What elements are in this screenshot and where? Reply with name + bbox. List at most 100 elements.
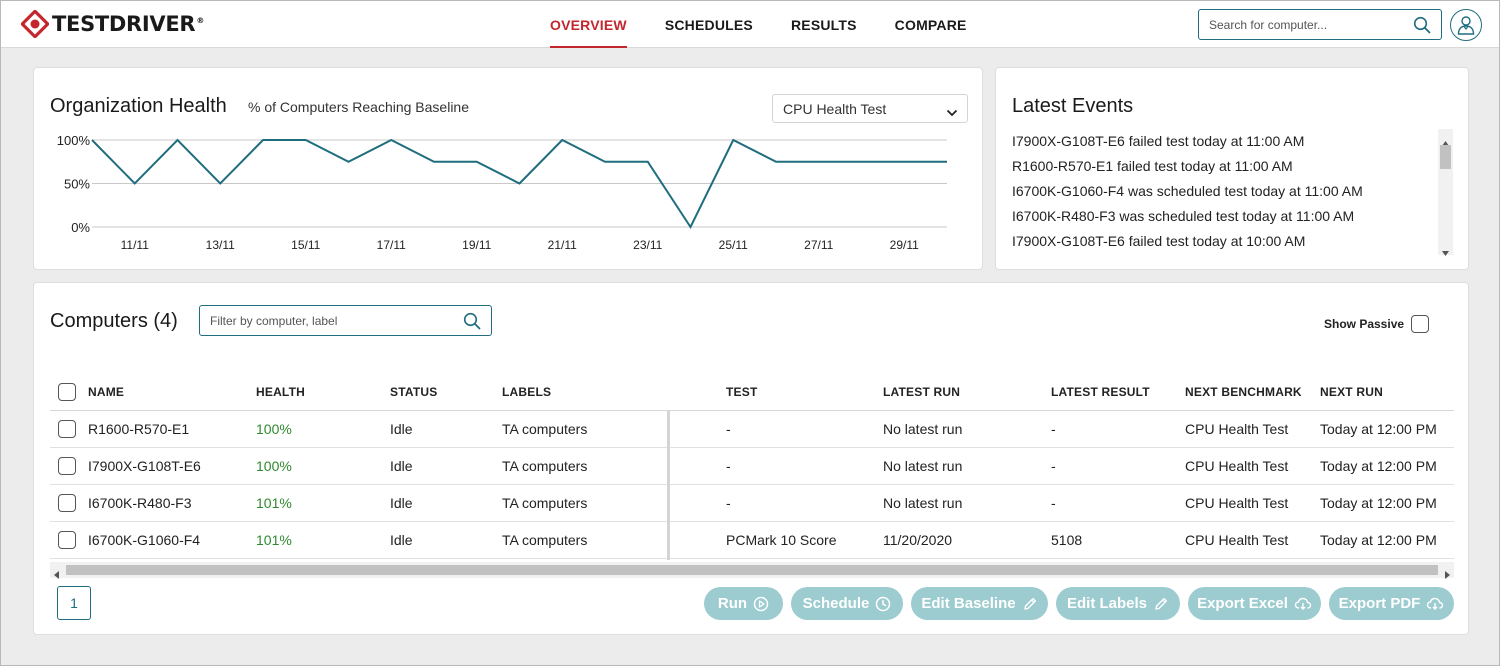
- cell-health: 101%: [256, 495, 292, 511]
- events-list: I7900X-G108T-E6 failed test today at 11:…: [1012, 131, 1432, 256]
- tab-overview[interactable]: OVERVIEW: [531, 1, 646, 48]
- run-button-label: Run: [717, 595, 748, 612]
- tab-schedules[interactable]: SCHEDULES: [646, 1, 772, 48]
- data-point[interactable]: [517, 181, 523, 187]
- computer-search-input[interactable]: [1199, 17, 1404, 32]
- x-tick-label: 13/11: [206, 238, 235, 252]
- data-point[interactable]: [773, 159, 779, 165]
- table-row[interactable]: I7900X-G108T-E6 100% Idle TA computers -…: [50, 448, 1454, 485]
- show-passive-label: Show Passive: [1324, 317, 1405, 331]
- cell-name[interactable]: I7900X-G108T-E6: [88, 458, 201, 474]
- data-point[interactable]: [217, 181, 223, 187]
- edit-baseline-button[interactable]: Edit Baseline: [911, 587, 1048, 620]
- run-button[interactable]: Run: [704, 587, 783, 620]
- testdriver-logo[interactable]: TESTDRIVER®: [21, 9, 204, 39]
- computer-filter-input[interactable]: [200, 313, 450, 328]
- table-row[interactable]: I6700K-G1060-F4 101% Idle TA computers P…: [50, 522, 1454, 559]
- computer-search: [1198, 9, 1442, 40]
- export-pdf-button[interactable]: Export PDF: [1329, 587, 1454, 620]
- column-header-health[interactable]: HEALTH: [256, 385, 305, 399]
- scroll-right-icon[interactable]: [1445, 566, 1450, 584]
- table-row[interactable]: R1600-R570-E1 100% Idle TA computers - N…: [50, 411, 1454, 448]
- x-tick-label: 19/11: [462, 238, 491, 252]
- computer-filter: [199, 305, 492, 336]
- data-point[interactable]: [89, 137, 95, 143]
- main-nav: OVERVIEW SCHEDULES RESULTS COMPARE: [531, 1, 986, 48]
- cell-status: Idle: [390, 458, 413, 474]
- column-header-next-benchmark[interactable]: NEXT BENCHMARK: [1185, 385, 1302, 399]
- data-point[interactable]: [260, 137, 266, 143]
- table-horizontal-scrollbar[interactable]: [50, 562, 1454, 579]
- column-header-next-run[interactable]: NEXT RUN: [1320, 385, 1383, 399]
- chevron-down-icon: [946, 104, 958, 120]
- show-passive-checkbox[interactable]: [1411, 315, 1429, 333]
- row-checkbox[interactable]: [58, 457, 76, 475]
- column-header-name[interactable]: NAME: [88, 385, 124, 399]
- cell-latest-run: No latest run: [883, 421, 963, 437]
- computers-title: Computers (4): [50, 310, 178, 332]
- row-checkbox[interactable]: [58, 531, 76, 549]
- row-checkbox[interactable]: [58, 420, 76, 438]
- data-point[interactable]: [175, 137, 181, 143]
- column-header-labels[interactable]: LABELS: [502, 385, 551, 399]
- cloud-download-icon: [1294, 596, 1312, 612]
- row-checkbox[interactable]: [58, 494, 76, 512]
- column-header-status[interactable]: STATUS: [390, 385, 437, 399]
- x-tick-label: 25/11: [719, 238, 748, 252]
- data-point[interactable]: [431, 159, 437, 165]
- tab-compare[interactable]: COMPARE: [876, 1, 986, 48]
- select-all-checkbox[interactable]: [58, 383, 76, 401]
- cell-latest-result: -: [1051, 495, 1056, 511]
- frozen-column-divider[interactable]: [667, 411, 670, 560]
- table-row[interactable]: I6700K-R480-F3 101% Idle TA computers - …: [50, 485, 1454, 522]
- column-header-latest-run[interactable]: LATEST RUN: [883, 385, 960, 399]
- data-point[interactable]: [474, 159, 480, 165]
- data-point[interactable]: [132, 181, 138, 187]
- cell-next-benchmark: CPU Health Test: [1185, 495, 1289, 511]
- user-avatar-icon[interactable]: [1450, 9, 1482, 41]
- column-header-test[interactable]: TEST: [726, 385, 757, 399]
- cell-status: Idle: [390, 495, 413, 511]
- data-point[interactable]: [688, 224, 694, 230]
- data-point[interactable]: [303, 137, 309, 143]
- search-icon[interactable]: [1413, 16, 1431, 39]
- scroll-down-icon[interactable]: [1442, 243, 1449, 261]
- cell-name[interactable]: R1600-R570-E1: [88, 421, 189, 437]
- cell-next-benchmark: CPU Health Test: [1185, 421, 1289, 437]
- tab-results[interactable]: RESULTS: [772, 1, 876, 48]
- data-point[interactable]: [859, 159, 865, 165]
- action-buttons: Run Schedule Edit Baseline Edit Labels E…: [704, 587, 1454, 620]
- search-icon[interactable]: [463, 312, 481, 335]
- schedule-button-label: Schedule: [802, 595, 870, 612]
- data-point[interactable]: [645, 159, 651, 165]
- cell-labels: TA computers: [502, 458, 588, 474]
- data-point[interactable]: [559, 137, 565, 143]
- cell-labels: TA computers: [502, 532, 588, 548]
- data-point[interactable]: [730, 137, 736, 143]
- data-point[interactable]: [346, 159, 352, 165]
- logo-diamond-icon: [21, 10, 49, 38]
- data-point[interactable]: [388, 137, 394, 143]
- pagination-page-1[interactable]: 1: [57, 586, 91, 620]
- cell-latest-run: No latest run: [883, 495, 963, 511]
- health-line-chart: 100% 50% 0% 11/11 13/11 15/11 17/11 19/11 21/11 2…: [57, 133, 950, 252]
- scroll-left-icon[interactable]: [54, 566, 59, 584]
- table-scrollbar-thumb[interactable]: [66, 565, 1438, 575]
- data-point[interactable]: [901, 159, 907, 165]
- y-tick-label: 50%: [64, 177, 90, 192]
- edit-labels-button[interactable]: Edit Labels: [1056, 587, 1180, 620]
- computers-table: NAME HEALTH STATUS LABELS TEST LATEST RU…: [50, 373, 1454, 560]
- edit-labels-button-label: Edit Labels: [1066, 595, 1148, 612]
- cell-name[interactable]: I6700K-R480-F3: [88, 495, 192, 511]
- data-point[interactable]: [602, 159, 608, 165]
- data-point[interactable]: [944, 159, 950, 165]
- schedule-button[interactable]: Schedule: [791, 587, 903, 620]
- latest-events-panel: Latest Events I7900X-G108T-E6 failed tes…: [995, 67, 1469, 270]
- events-scrollbar-thumb[interactable]: [1440, 145, 1451, 169]
- data-point[interactable]: [816, 159, 822, 165]
- test-select-dropdown[interactable]: CPU Health Test: [772, 94, 968, 123]
- events-scrollbar[interactable]: [1438, 129, 1453, 256]
- export-excel-button[interactable]: Export Excel: [1188, 587, 1321, 620]
- cell-name[interactable]: I6700K-G1060-F4: [88, 532, 200, 548]
- column-header-latest-result[interactable]: LATEST RESULT: [1051, 385, 1150, 399]
